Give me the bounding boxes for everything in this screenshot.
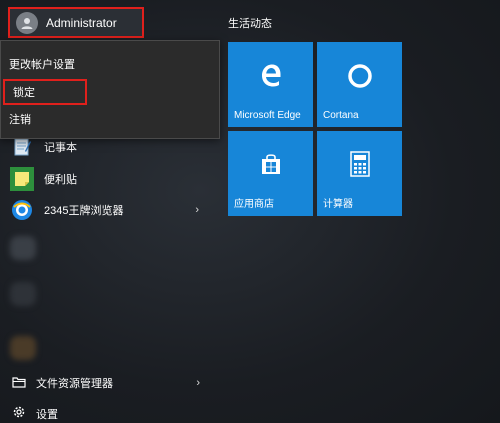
chevron-right-icon[interactable]: ›: [196, 377, 200, 389]
app-item-sticky-notes[interactable]: 便利贴: [10, 166, 205, 192]
blurred-app-icon: [10, 282, 36, 306]
file-explorer-label: 文件资源管理器: [36, 378, 113, 390]
settings-item[interactable]: 设置: [12, 405, 200, 422]
blurred-app-icon: [10, 236, 36, 260]
settings-label: 设置: [36, 408, 58, 421]
folder-icon: [12, 376, 26, 391]
app-label: 记事本: [44, 142, 77, 154]
calculator-icon: [317, 151, 402, 177]
lock-item[interactable]: 锁定: [3, 79, 87, 105]
browser-2345-icon: [10, 198, 34, 222]
tile-store[interactable]: 应用商店: [228, 131, 313, 216]
tile-microsoft-edge[interactable]: Microsoft Edge: [228, 42, 313, 127]
user-account-button[interactable]: Administrator: [8, 7, 144, 38]
tile-label: 应用商店: [234, 199, 274, 210]
chevron-right-icon[interactable]: ›: [195, 204, 199, 216]
blurred-app-icon: [10, 336, 36, 360]
sticky-notes-icon: [10, 167, 34, 191]
account-menu-popup: 更改帐户设置 锁定 注销: [0, 40, 220, 139]
tile-calculator[interactable]: 计算器: [317, 131, 402, 216]
user-name: Administrator: [46, 15, 117, 30]
store-icon: [228, 151, 313, 177]
edge-icon: [228, 62, 313, 88]
sign-out-item[interactable]: 注销: [9, 109, 31, 129]
app-label: 便利贴: [44, 174, 77, 186]
file-explorer-item[interactable]: 文件资源管理器 ›: [12, 375, 200, 391]
app-item-2345-browser[interactable]: 2345王牌浏览器 ›: [10, 197, 205, 223]
gear-icon: [12, 405, 26, 422]
start-menu-left-column: Administrator 记事本 便利贴 2345王牌浏览器 › 文件资源管理…: [0, 0, 220, 423]
tile-label: Cortana: [323, 110, 359, 121]
app-label: 2345王牌浏览器: [44, 205, 124, 217]
cortana-icon: [317, 62, 402, 90]
tile-label: Microsoft Edge: [234, 110, 301, 121]
avatar: [16, 11, 38, 34]
change-account-settings-item[interactable]: 更改帐户设置: [9, 54, 75, 74]
tile-label: 计算器: [323, 199, 353, 210]
tile-group-title: 生活动态: [228, 18, 272, 30]
tile-cortana[interactable]: Cortana: [317, 42, 402, 127]
